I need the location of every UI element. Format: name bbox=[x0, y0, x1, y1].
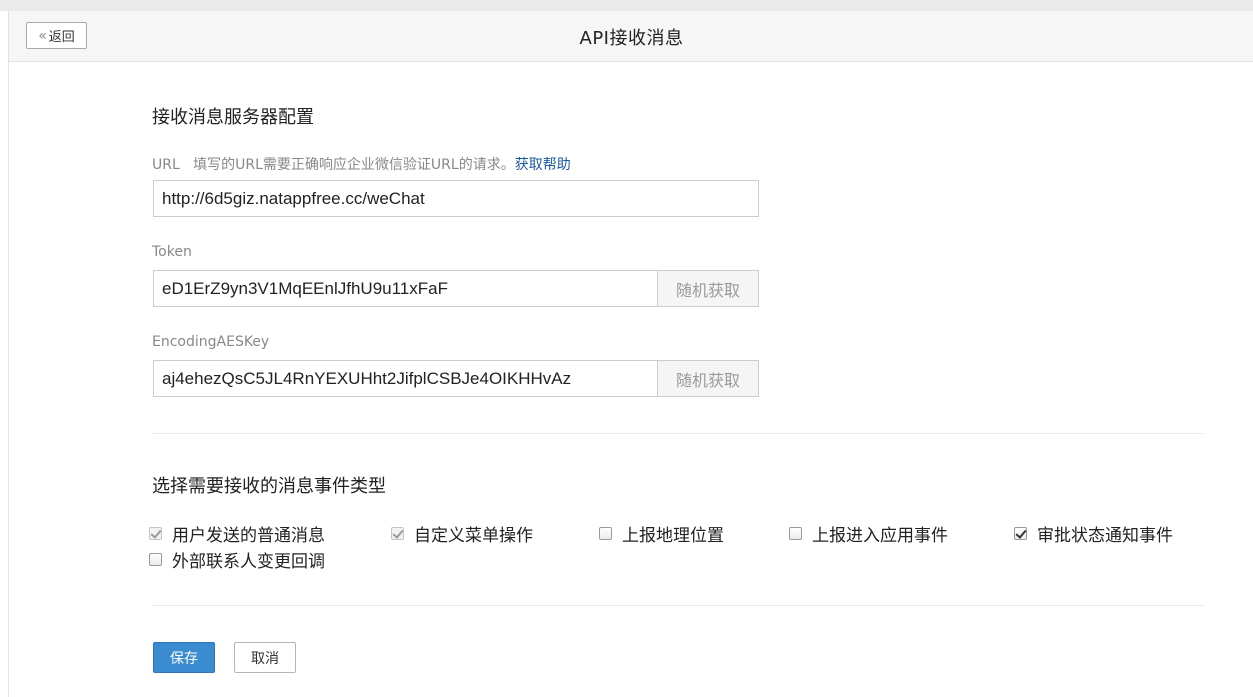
url-label: URL bbox=[152, 157, 180, 173]
page-header: « 返回 API接收消息 bbox=[8, 11, 1253, 62]
section-divider bbox=[152, 433, 1204, 434]
event-external-contact[interactable]: 外部联系人变更回调 bbox=[149, 547, 325, 572]
save-button[interactable]: 保存 bbox=[153, 642, 215, 673]
event-label: 自定义菜单操作 bbox=[414, 526, 533, 546]
url-input[interactable]: http://6d5giz.natappfree.cc/weChat bbox=[153, 180, 759, 217]
event-label: 上报进入应用事件 bbox=[812, 526, 948, 546]
token-label: Token bbox=[152, 244, 192, 260]
aes-key-input[interactable]: aj4ehezQsC5JL4RnYEXUHht2JifplCSBJe4OIKHH… bbox=[153, 360, 658, 397]
checkbox-unchecked-icon bbox=[789, 527, 802, 540]
event-custom-menu[interactable]: 自定义菜单操作 bbox=[391, 521, 533, 546]
page-title: API接收消息 bbox=[579, 28, 684, 49]
checkbox-unchecked-icon bbox=[149, 553, 162, 566]
side-divider bbox=[8, 62, 9, 697]
event-label: 用户发送的普通消息 bbox=[172, 526, 325, 546]
aes-key-random-button[interactable]: 随机获取 bbox=[657, 360, 759, 397]
token-random-button[interactable]: 随机获取 bbox=[657, 270, 759, 307]
checkbox-unchecked-icon bbox=[599, 527, 612, 540]
events-title: 选择需要接收的消息事件类型 bbox=[152, 476, 386, 497]
section-divider bbox=[152, 605, 1204, 606]
cancel-button[interactable]: 取消 bbox=[234, 642, 296, 673]
url-label-row: URL 填写的URL需要正确响应企业微信验证URL的请求。获取帮助 bbox=[152, 154, 571, 174]
event-user-message[interactable]: 用户发送的普通消息 bbox=[149, 521, 325, 546]
event-label: 上报地理位置 bbox=[622, 526, 724, 546]
checkbox-checked-icon bbox=[1014, 527, 1027, 540]
checkbox-checked-disabled-icon bbox=[149, 527, 162, 540]
event-label: 审批状态通知事件 bbox=[1037, 526, 1173, 546]
token-input[interactable]: eD1ErZ9yn3V1MqEEnlJfhU9u11xFaF bbox=[153, 270, 658, 307]
url-hint: 填写的URL需要正确响应企业微信验证URL的请求。 bbox=[193, 157, 515, 173]
checkbox-checked-disabled-icon bbox=[391, 527, 404, 540]
aes-key-label: EncodingAESKey bbox=[152, 334, 270, 350]
event-label: 外部联系人变更回调 bbox=[172, 552, 325, 572]
event-approval-status[interactable]: 审批状态通知事件 bbox=[1014, 521, 1173, 546]
top-strip bbox=[0, 0, 1253, 11]
event-enter-agent[interactable]: 上报进入应用事件 bbox=[789, 521, 948, 546]
server-config-title: 接收消息服务器配置 bbox=[152, 107, 314, 128]
help-link[interactable]: 获取帮助 bbox=[515, 157, 571, 173]
event-report-location[interactable]: 上报地理位置 bbox=[599, 521, 724, 546]
